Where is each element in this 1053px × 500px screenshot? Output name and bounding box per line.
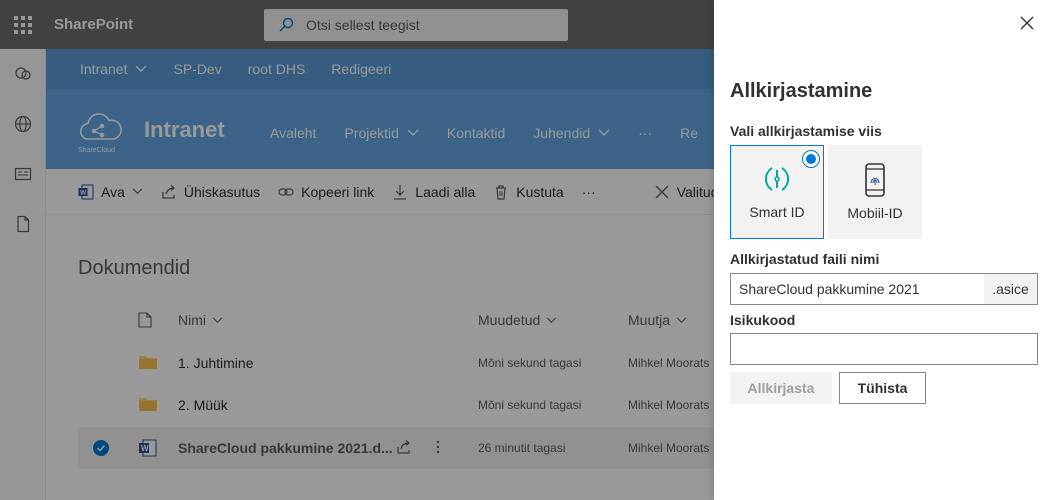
filename-suffix: .asice — [984, 273, 1038, 305]
close-icon — [1020, 16, 1034, 30]
method-mobile-id-label: Mobiil-ID — [847, 205, 903, 221]
method-smart-id[interactable]: Smart ID — [730, 145, 824, 239]
panel-title: Allkirjastamine — [730, 80, 873, 102]
method-smart-id-label: Smart ID — [749, 204, 805, 220]
close-panel-button[interactable] — [1018, 14, 1036, 32]
sign-button[interactable]: Allkirjasta — [730, 372, 832, 404]
filename-value: ShareCloud pakkumine 2021 — [739, 281, 920, 297]
filename-field[interactable]: ShareCloud pakkumine 2021 — [730, 273, 985, 305]
method-mobile-id[interactable]: Mobiil-ID — [828, 145, 922, 239]
signing-panel: Allkirjastamine Vali allkirjastamise vii… — [714, 0, 1053, 500]
mobile-id-icon — [865, 163, 885, 197]
cancel-button[interactable]: Tühista — [839, 372, 926, 404]
panel-overlay[interactable] — [0, 0, 714, 500]
idcode-field[interactable] — [730, 333, 1038, 365]
idcode-label: Isikukood — [730, 312, 796, 328]
smart-id-icon — [765, 167, 789, 191]
filename-label: Allkirjastatud faili nimi — [730, 251, 880, 267]
radio-selected-icon — [802, 150, 820, 168]
method-label: Vali allkirjastamise viis — [730, 123, 882, 139]
